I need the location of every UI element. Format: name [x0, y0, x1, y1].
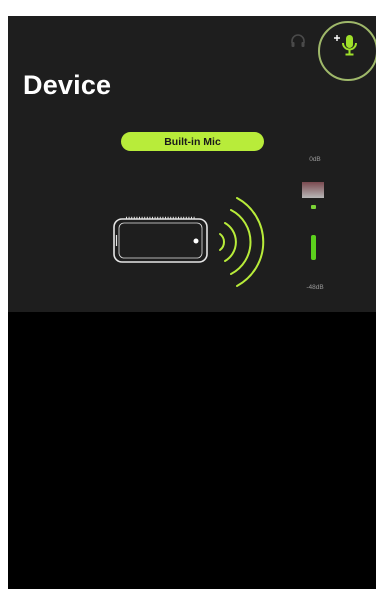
headphone-button[interactable] [287, 30, 309, 52]
meter-peak-indicator [302, 182, 324, 198]
meter-max-label: 0dB [309, 156, 321, 163]
meter-min-label: -48dB [306, 284, 324, 291]
add-microphone-icon [334, 35, 357, 56]
app-screen: Device Built-in Mic 0dB -48dB [8, 16, 376, 589]
level-meter-fill [311, 235, 316, 260]
meter-clip-led [311, 205, 316, 209]
sound-wave-icon [219, 197, 265, 287]
input-source-button[interactable]: Built-in Mic [121, 132, 264, 151]
headphone-icon [291, 34, 305, 47]
page-title: Device [23, 70, 112, 100]
add-microphone-button[interactable] [330, 30, 364, 62]
level-meter [311, 235, 316, 260]
phone-sound-illustration [113, 197, 265, 287]
phone-icon [113, 216, 208, 263]
device-panel: Device Built-in Mic 0dB -48dB [8, 16, 376, 312]
